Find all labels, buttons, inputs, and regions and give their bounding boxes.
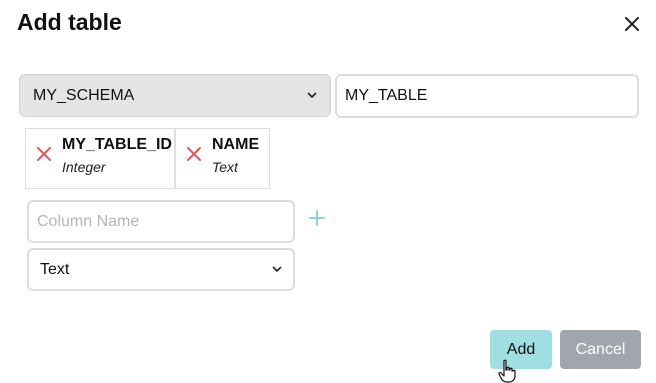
close-button[interactable]: [620, 12, 644, 36]
dialog-title: Add table: [17, 9, 122, 35]
column-name-input[interactable]: Column Name: [27, 200, 295, 243]
table-name-value: MY_TABLE: [345, 87, 428, 104]
column-name-placeholder: Column Name: [37, 212, 140, 230]
schema-select[interactable]: MY_SCHEMA: [19, 74, 331, 117]
column-type-value: Text: [40, 260, 70, 278]
column-card-name: NAME Text: [175, 128, 270, 189]
remove-column-icon[interactable]: [186, 146, 202, 162]
column-type: Text: [212, 159, 238, 175]
plus-icon[interactable]: [308, 209, 326, 227]
column-type-select[interactable]: Text: [27, 248, 295, 291]
column-type: Integer: [62, 159, 106, 175]
hand-pointer-icon: [498, 359, 516, 383]
column-name: NAME: [212, 136, 260, 153]
chevron-down-icon: [272, 266, 282, 273]
remove-column-icon[interactable]: [36, 146, 52, 162]
close-icon: [625, 17, 639, 31]
schema-select-value: MY_SCHEMA: [33, 86, 135, 104]
column-name: MY_TABLE_ID: [62, 136, 172, 153]
column-card-my-table-id: MY_TABLE_ID Integer: [25, 128, 175, 189]
cancel-button[interactable]: Cancel: [560, 330, 641, 369]
chevron-down-icon: [307, 92, 317, 99]
table-name-input[interactable]: MY_TABLE: [335, 74, 639, 118]
